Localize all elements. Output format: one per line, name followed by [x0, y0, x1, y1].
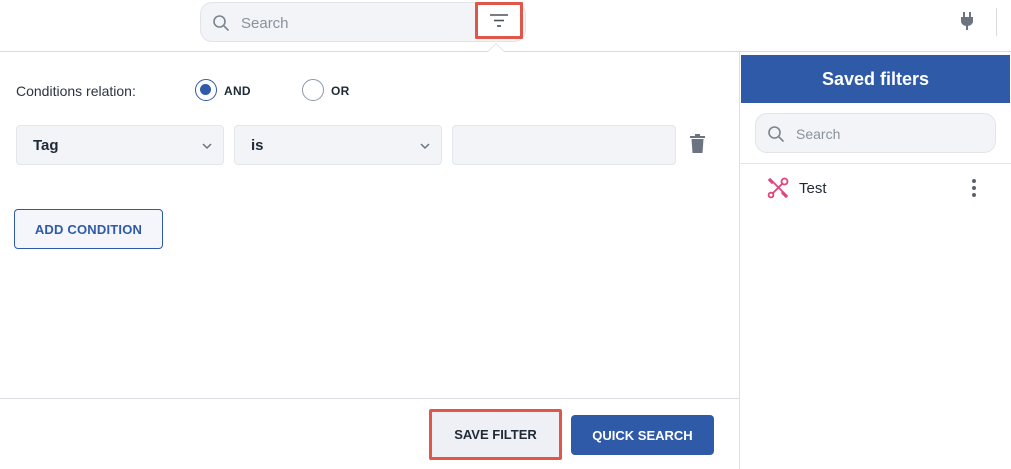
chevron-down-icon	[420, 143, 430, 150]
relation-and-radio[interactable]	[195, 79, 217, 101]
condition-operator-value: is	[251, 137, 264, 154]
popover-caret	[487, 44, 505, 53]
quick-search-button[interactable]: QUICK SEARCH	[571, 415, 714, 455]
add-condition-button[interactable]: ADD CONDITION	[14, 209, 163, 249]
saved-filters-search-input[interactable]	[796, 123, 986, 145]
topbar-divider	[996, 8, 997, 36]
conditions-relation-label: Conditions relation:	[16, 83, 136, 99]
plug-icon[interactable]	[958, 11, 976, 31]
sidebar-divider	[740, 163, 1011, 164]
trash-icon[interactable]	[689, 134, 706, 154]
relation-and-label[interactable]: AND	[224, 84, 251, 98]
chevron-down-icon	[202, 143, 212, 150]
more-vertical-icon[interactable]	[971, 178, 977, 198]
search-icon	[768, 126, 784, 142]
saved-filter-label: Test	[799, 180, 827, 197]
search-icon	[213, 15, 229, 31]
condition-operator-select[interactable]: is	[234, 125, 442, 165]
filter-toggle-button[interactable]	[475, 2, 523, 39]
condition-value-input[interactable]	[452, 125, 676, 165]
saved-filters-search-box[interactable]	[755, 113, 996, 153]
saved-filter-item[interactable]: Test	[740, 166, 1011, 210]
tools-icon	[767, 177, 789, 199]
top-search-input[interactable]	[241, 12, 461, 34]
condition-field-value: Tag	[33, 137, 59, 154]
saved-filters-sidebar: Saved filters Test	[739, 52, 1011, 469]
footer-divider	[0, 398, 739, 399]
relation-or-radio[interactable]	[302, 79, 324, 101]
saved-filters-title: Saved filters	[741, 55, 1010, 103]
relation-or-label[interactable]: OR	[331, 84, 350, 98]
top-bar	[0, 0, 1011, 50]
filter-panel: Conditions relation: AND OR Tag is ADD C…	[0, 52, 739, 469]
filter-icon	[490, 14, 508, 27]
condition-field-select[interactable]: Tag	[16, 125, 224, 165]
save-filter-button[interactable]: SAVE FILTER	[429, 409, 562, 460]
